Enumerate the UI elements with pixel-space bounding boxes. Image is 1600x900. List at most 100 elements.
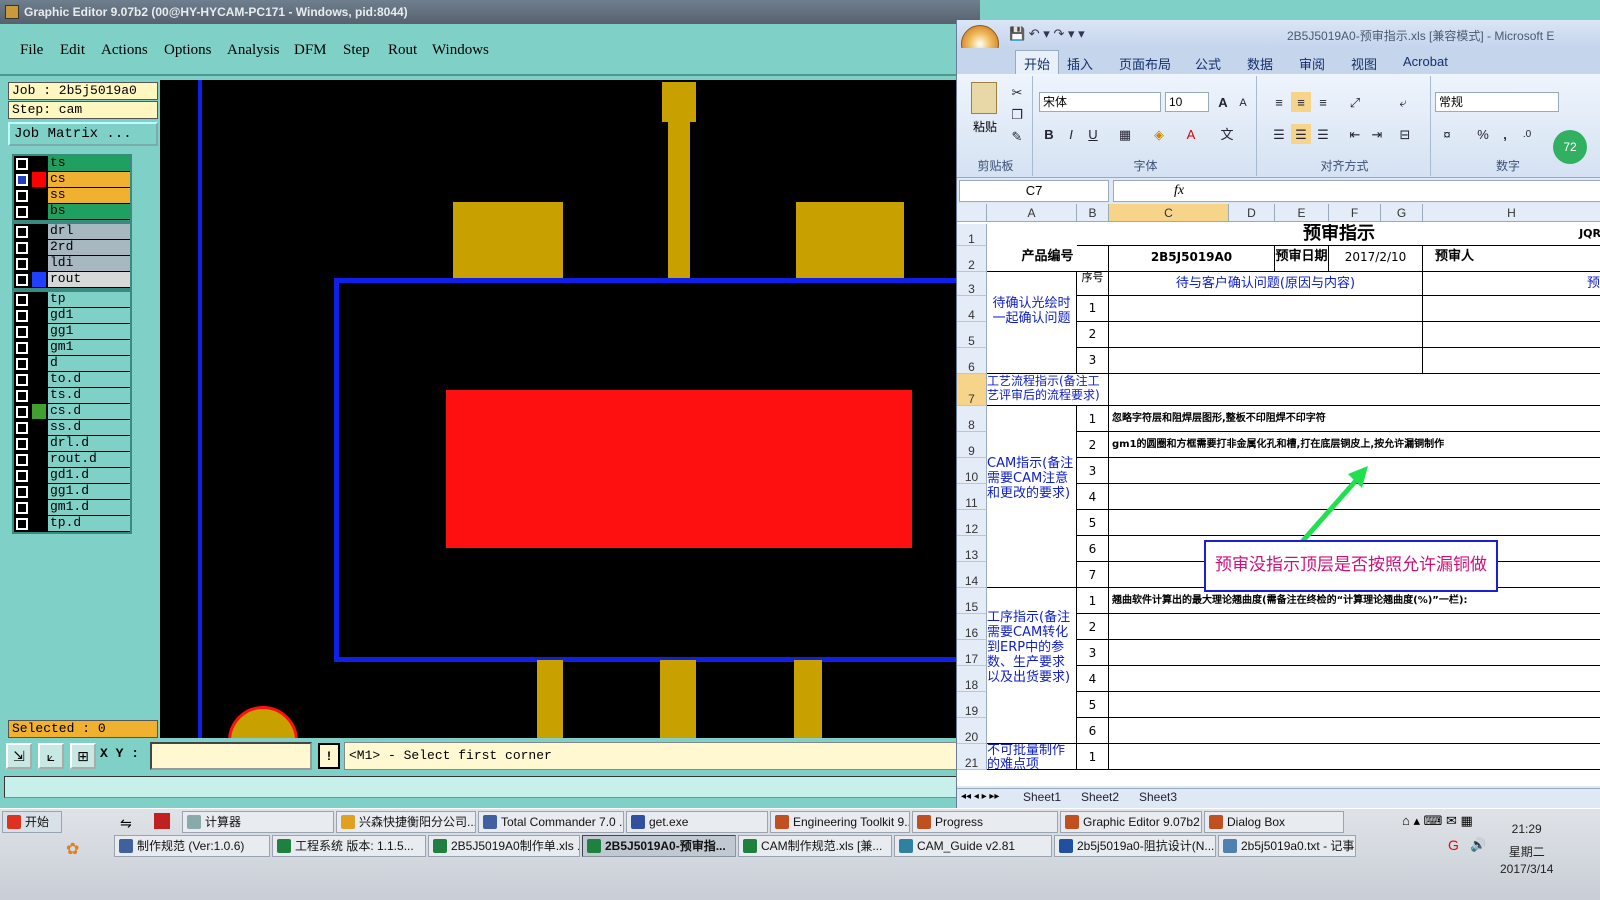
orientation-icon[interactable]: ⤢ <box>1345 92 1365 112</box>
layer-row-gd1[interactable]: gd1 <box>14 308 130 324</box>
grow-font-icon[interactable]: A <box>1213 92 1233 112</box>
seq-hard-1[interactable]: 1 <box>1077 744 1109 770</box>
xy-input[interactable] <box>150 742 312 770</box>
seq-pending-2[interactable]: 2 <box>1077 322 1109 348</box>
tab-home[interactable]: 开始 <box>1015 50 1060 74</box>
font-color-icon[interactable]: A <box>1181 124 1201 144</box>
column-header-D[interactable]: D <box>1229 204 1275 222</box>
underline-icon[interactable]: U <box>1083 124 1103 144</box>
layer-row-bs[interactable]: bs <box>14 204 130 220</box>
tab-formulas[interactable]: 公式 <box>1195 54 1221 73</box>
row-header-7[interactable]: 7 <box>957 374 987 406</box>
copy-icon[interactable]: ❐ <box>1007 104 1027 124</box>
phonetic-icon[interactable]: 文 <box>1217 124 1237 144</box>
formula-bar[interactable]: fx <box>1113 180 1600 202</box>
layer-row-2rd[interactable]: 2rd <box>14 240 130 256</box>
align-center-icon[interactable]: ☰ <box>1291 124 1311 144</box>
layer-checkbox[interactable] <box>16 342 28 354</box>
row-header-16[interactable]: 16 <box>957 614 987 640</box>
row-header-19[interactable]: 19 <box>957 692 987 718</box>
layer-checkbox[interactable] <box>16 158 28 170</box>
fill-color-icon[interactable]: ◈ <box>1149 124 1169 144</box>
layer-row-gm1[interactable]: gm1 <box>14 340 130 356</box>
seq-work-5[interactable]: 5 <box>1077 692 1109 718</box>
graphic-canvas[interactable] <box>160 80 980 738</box>
tray-icons[interactable]: ⌂ ▴ ⌨ ✉ ▦ <box>1402 813 1473 829</box>
layer-row-rout[interactable]: rout <box>14 272 130 288</box>
layer-checkbox[interactable] <box>16 374 28 386</box>
work-section[interactable]: 工序指示(备注需要CAM转化到ERP中的参数、生产要求以及出货要求) <box>987 588 1077 744</box>
column-header-E[interactable]: E <box>1275 204 1329 222</box>
menu-file[interactable]: File <box>20 42 43 59</box>
seq-pending-1[interactable]: 1 <box>1077 296 1109 322</box>
layer-row-ss[interactable]: ss <box>14 188 130 204</box>
merge-center-icon[interactable]: ⊟ <box>1395 124 1415 144</box>
row-header-21[interactable]: 21 <box>957 744 987 770</box>
row-header-12[interactable]: 12 <box>957 510 987 536</box>
italic-icon[interactable]: I <box>1061 124 1081 144</box>
pending-row-3[interactable] <box>1109 348 1423 374</box>
align-bottom-icon[interactable]: ≡ <box>1313 92 1333 112</box>
menu-options[interactable]: Options <box>164 42 212 59</box>
menu-dfm[interactable]: DFM <box>294 42 327 59</box>
taskbar-item[interactable]: 2B5J5019A0-预审指... <box>582 835 736 857</box>
date-value[interactable]: 2017/2/10 <box>1329 246 1423 272</box>
taskbar-item[interactable]: Graphic Editor 9.07b2 ... <box>1060 811 1202 833</box>
layer-checkbox[interactable] <box>16 406 28 418</box>
pending-row-2[interactable] <box>1109 322 1423 348</box>
taskbar-item[interactable]: CAM_Guide v2.81 <box>894 835 1052 857</box>
row-header-4[interactable]: 4 <box>957 296 987 322</box>
seq-work-6[interactable]: 6 <box>1077 718 1109 744</box>
seq-work-1[interactable]: 1 <box>1077 588 1109 614</box>
seq-cam-2[interactable]: 2 <box>1077 432 1109 458</box>
layer-row-cs[interactable]: cs <box>14 172 130 188</box>
colorful-icon[interactable]: ✿ <box>66 839 79 859</box>
tab-review[interactable]: 审阅 <box>1299 54 1325 73</box>
layer-checkbox[interactable] <box>16 518 28 530</box>
paste-label[interactable]: 粘贴 <box>973 118 997 135</box>
layer-row-cs.d[interactable]: cs.d <box>14 404 130 420</box>
sheet-tab-2[interactable]: Sheet2 <box>1081 790 1119 804</box>
corner-cell[interactable] <box>957 204 987 222</box>
row-header-8[interactable]: 8 <box>957 406 987 432</box>
zoom-tool-button[interactable]: ⇲ <box>6 743 32 769</box>
taskbar-item[interactable]: 计算器 <box>182 811 334 833</box>
product-value[interactable]: 2B5J5019A0 <box>1109 246 1275 272</box>
layer-checkbox[interactable] <box>16 242 28 254</box>
sheet-nav-icon[interactable]: ◂◂ ◂ ▸ ▸▸ <box>961 791 999 802</box>
align-middle-icon[interactable]: ≡ <box>1291 92 1311 112</box>
layer-checkbox[interactable] <box>16 226 28 238</box>
name-box[interactable]: C7 <box>959 180 1109 202</box>
column-header-C[interactable]: C <box>1109 204 1229 222</box>
layer-row-rout.d[interactable]: rout.d <box>14 452 130 468</box>
taskbar-item[interactable]: 2B5J5019A0制作单.xls ... <box>428 835 580 857</box>
layer-row-gd1.d[interactable]: gd1.d <box>14 468 130 484</box>
seq-cam-1[interactable]: 1 <box>1077 406 1109 432</box>
percent-icon[interactable]: % <box>1473 124 1493 144</box>
bold-icon[interactable]: B <box>1039 124 1059 144</box>
taskbar-item[interactable]: CAM制作规范.xls [兼... <box>738 835 892 857</box>
cam-section[interactable]: CAM指示(备注需要CAM注意和更改的要求) <box>987 406 1077 588</box>
layer-row-tp[interactable]: tp <box>14 292 130 308</box>
tab-view[interactable]: 视图 <box>1351 54 1377 73</box>
cam-line-2[interactable]: gm1的圆圈和方框需要打非金属化孔和槽,打在底层铜皮上,按允许漏铜制作 <box>1109 432 1600 458</box>
seq-cam-3[interactable]: 3 <box>1077 458 1109 484</box>
taskbar-item[interactable]: get.exe <box>626 811 768 833</box>
system-clock[interactable]: 21:29 星期二 2017/3/14 <box>1500 821 1553 878</box>
seq-work-2[interactable]: 2 <box>1077 614 1109 640</box>
work-row-18[interactable] <box>1109 666 1600 692</box>
layer-checkbox[interactable] <box>16 326 28 338</box>
pending-section[interactable]: 待确认光绘时一起确认问题 <box>987 272 1077 374</box>
grid-tool-button[interactable]: ⊞ <box>70 743 96 769</box>
pending-row-1[interactable] <box>1109 296 1423 322</box>
layer-row-gg1[interactable]: gg1 <box>14 324 130 340</box>
seq-cam-6[interactable]: 6 <box>1077 536 1109 562</box>
align-top-icon[interactable]: ≡ <box>1269 92 1289 112</box>
pending-right[interactable]: 预 <box>1423 272 1600 296</box>
worksheet-grid[interactable]: A B C D E F G H 1 2 3 4 5 6 7 8 9 10 11 12 13 14 15 16 17 18 19 20 2… <box>957 204 1600 786</box>
row-header-6[interactable]: 6 <box>957 348 987 374</box>
layer-checkbox[interactable] <box>16 486 28 498</box>
layer-row-drl.d[interactable]: drl.d <box>14 436 130 452</box>
seq-work-4[interactable]: 4 <box>1077 666 1109 692</box>
layer-checkbox[interactable] <box>16 274 28 286</box>
